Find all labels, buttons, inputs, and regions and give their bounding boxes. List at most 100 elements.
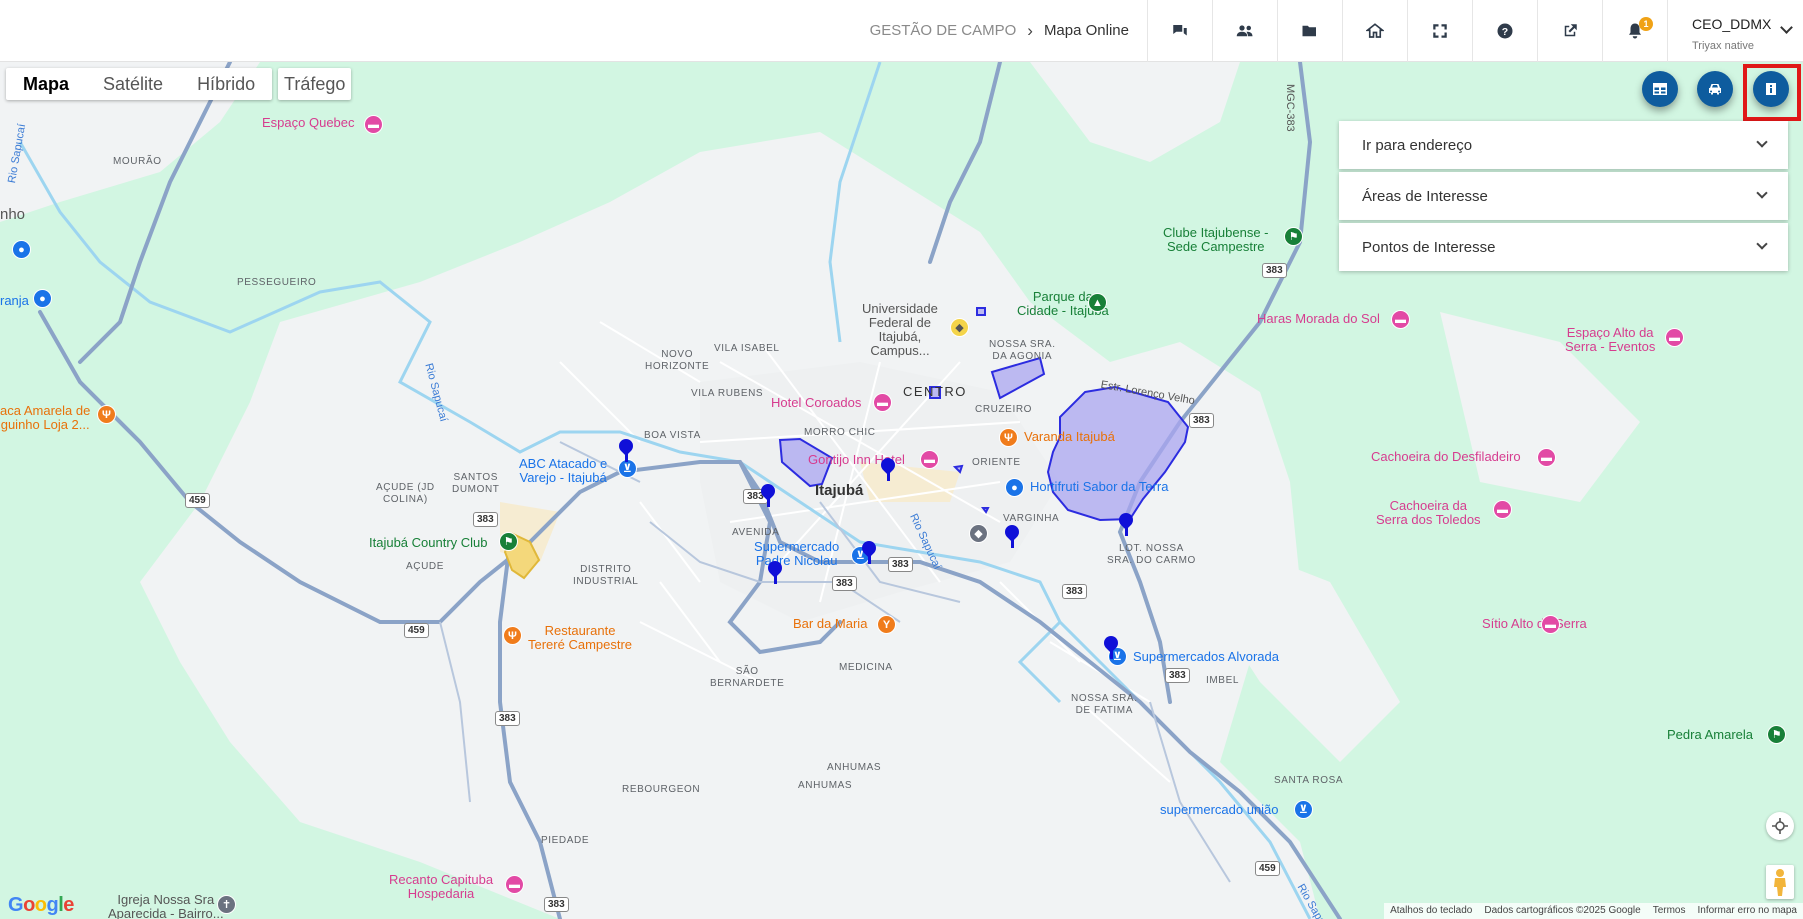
- poi-label[interactable]: Hotel Coroados: [771, 396, 861, 410]
- poi-label[interactable]: Hortifruti Sabor da Terra: [1030, 480, 1169, 494]
- church-icon[interactable]: ✝: [217, 895, 236, 914]
- footer-terms[interactable]: Termos: [1647, 903, 1692, 919]
- panel-areas-de-interesse[interactable]: Áreas de Interesse: [1339, 172, 1788, 220]
- poi-label[interactable]: Universidade Federal de Itajubá, Campus.…: [862, 302, 938, 358]
- notifications-button[interactable]: 1: [1602, 0, 1667, 62]
- help-button[interactable]: ?: [1472, 0, 1537, 62]
- school-icon[interactable]: ◆: [969, 524, 988, 543]
- poi-label[interactable]: Cachoeira da Serra dos Toledos: [1376, 499, 1481, 527]
- poi-label[interactable]: Bar da Maria: [793, 617, 867, 631]
- table-button[interactable]: [1642, 71, 1678, 107]
- fullscreen-icon: [1433, 23, 1447, 38]
- breadcrumb-separator: ›: [1027, 20, 1033, 40]
- external-link-icon: [1564, 23, 1577, 36]
- place-label: NOSSA SRA. DA AGONIA: [989, 339, 1056, 362]
- poi-label[interactable]: Cachoeira do Desfiladeiro: [1371, 450, 1521, 464]
- panel-pontos-de-interesse[interactable]: Pontos de Interesse: [1339, 223, 1788, 271]
- vehicle-marker[interactable]: [758, 481, 778, 508]
- vehicle-marker[interactable]: [878, 455, 898, 482]
- bar-icon[interactable]: Y: [877, 615, 896, 634]
- poi-label[interactable]: Espaço Quebec: [262, 116, 355, 130]
- poi-label[interactable]: Pedra Amarela: [1667, 728, 1753, 742]
- home-icon: [1366, 22, 1384, 38]
- nature-icon[interactable]: ▬: [1537, 448, 1556, 467]
- shopping-cart-icon[interactable]: ⊻: [1294, 800, 1313, 819]
- user-menu[interactable]: CEO_DDMX Triyax native: [1667, 0, 1803, 62]
- shop-icon[interactable]: ●: [1005, 478, 1024, 497]
- place-label: CRUZEIRO: [975, 404, 1033, 415]
- poi-label[interactable]: ABC Atacado e Varejo - Itajubá: [519, 457, 607, 485]
- hotel-icon[interactable]: ▬: [1541, 615, 1560, 634]
- poi-label[interactable]: aca Amarela de guinho Loja 2...: [0, 404, 90, 432]
- home-button[interactable]: [1342, 0, 1407, 62]
- help-icon: ?: [1497, 23, 1513, 38]
- place-label: ANHUMAS: [827, 762, 882, 773]
- hotel-icon[interactable]: ▬: [505, 875, 524, 894]
- hotel-icon[interactable]: ▬: [1391, 310, 1410, 329]
- poi-label[interactable]: Sítio Alto da Serra: [1482, 617, 1587, 631]
- team-button[interactable]: [1212, 0, 1277, 62]
- sport-icon[interactable]: ⚑: [499, 532, 518, 551]
- vehicle-marker[interactable]: [1101, 633, 1121, 660]
- hotel-icon[interactable]: ▬: [873, 393, 892, 412]
- park-icon[interactable]: ▲: [1088, 293, 1107, 312]
- restaurant-icon[interactable]: Ψ: [999, 428, 1018, 447]
- lock-icon[interactable]: ●: [33, 289, 52, 308]
- poi-label[interactable]: Varanda Itajubá: [1024, 430, 1115, 444]
- school-icon[interactable]: ◆: [950, 318, 969, 337]
- map-type-hibrido[interactable]: Híbrido: [180, 68, 272, 100]
- footer-shortcuts[interactable]: Atalhos do teclado: [1384, 903, 1478, 919]
- poi-label[interactable]: Recanto Capituba Hospedaria: [389, 873, 493, 901]
- google-logo: Google: [8, 894, 74, 916]
- place-label: ORIENTE: [972, 457, 1021, 468]
- sport-icon[interactable]: ⚑: [1284, 227, 1303, 246]
- poi-label[interactable]: Supermercado Padre Nicolau: [754, 540, 839, 568]
- poi-label[interactable]: Igreja Nossa Sra Aparecida - Bairro...: [108, 893, 224, 919]
- vehicle-marker[interactable]: [1002, 522, 1022, 549]
- hotel-icon[interactable]: ▬: [364, 115, 383, 134]
- map-type-mapa[interactable]: Mapa: [6, 68, 86, 100]
- footer-map-data: Dados cartográficos ©2025 Google: [1484, 905, 1641, 916]
- map-canvas[interactable]: MOURÃO PESSEGUEIRO NOVO HORIZONTE VILA I…: [0, 62, 1803, 919]
- footer-report-error[interactable]: Informar erro no mapa: [1692, 903, 1803, 919]
- restaurant-icon[interactable]: Ψ: [97, 405, 116, 424]
- chat-button[interactable]: [1147, 0, 1212, 62]
- nature-icon[interactable]: ▬: [1493, 500, 1512, 519]
- poi-label[interactable]: Haras Morada do Sol: [1257, 312, 1380, 326]
- lock-icon[interactable]: ●: [12, 240, 31, 259]
- vehicle-marker[interactable]: [859, 538, 879, 565]
- road-shield: 383: [1189, 413, 1214, 428]
- street-view-button[interactable]: [1766, 865, 1794, 899]
- chevron-down-icon: [1756, 187, 1768, 199]
- chevron-down-icon: [1756, 136, 1768, 148]
- vehicle-marker[interactable]: [1116, 510, 1136, 537]
- recenter-button[interactable]: [1766, 812, 1794, 840]
- poi-label[interactable]: Restaurante Tereré Campestre: [528, 624, 632, 652]
- fullscreen-button[interactable]: [1407, 0, 1472, 62]
- chevron-down-icon: [1756, 238, 1768, 250]
- event-icon[interactable]: ▬: [1665, 328, 1684, 347]
- folder-button[interactable]: [1277, 0, 1342, 62]
- place-label: AÇUDE: [406, 561, 445, 572]
- panel-ir-para-endereco[interactable]: Ir para endereço: [1339, 121, 1788, 169]
- map-type-control: Mapa Satélite Híbrido: [6, 68, 273, 100]
- poi-label[interactable]: supermercado união: [1160, 803, 1279, 817]
- hotel-icon[interactable]: ▬: [920, 450, 939, 469]
- vehicle-marker[interactable]: [616, 436, 636, 463]
- poi-label[interactable]: Clube Itajubense - Sede Campestre: [1163, 226, 1269, 254]
- external-link-button[interactable]: [1537, 0, 1602, 62]
- poi-label[interactable]: Itajubá Country Club: [369, 536, 488, 550]
- user-subtitle: Triyax native: [1692, 39, 1754, 52]
- restaurant-icon[interactable]: Ψ: [503, 626, 522, 645]
- poi-label[interactable]: Supermercados Alvorada: [1133, 650, 1279, 664]
- poi-label[interactable]: Espaço Alto da Serra - Eventos: [1565, 326, 1655, 354]
- car-icon: [1709, 84, 1721, 95]
- map-type-satelite[interactable]: Satélite: [86, 68, 180, 100]
- breadcrumb-section[interactable]: GESTÃO DE CAMPO: [870, 22, 1017, 39]
- vehicle-marker[interactable]: [765, 558, 785, 585]
- vehicles-button[interactable]: [1697, 71, 1733, 107]
- traffic-toggle[interactable]: Tráfego: [278, 68, 352, 100]
- folder-icon: [1302, 25, 1316, 36]
- sport-icon[interactable]: ⚑: [1767, 725, 1786, 744]
- place-label: MORRO CHIC: [804, 427, 876, 438]
